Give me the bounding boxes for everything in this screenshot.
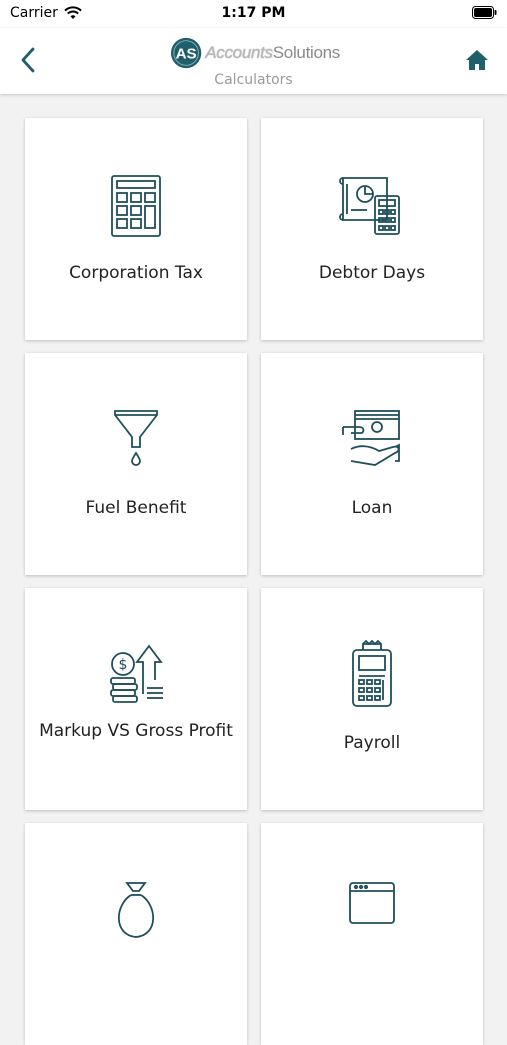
money-bag-icon xyxy=(118,882,154,938)
browser-window-icon xyxy=(349,882,395,924)
calculator-card-loan[interactable]: Loan xyxy=(261,353,483,575)
calculator-icon xyxy=(111,175,161,237)
svg-text:$: $ xyxy=(119,657,128,673)
calculator-card-money-bag[interactable] xyxy=(25,823,247,1045)
invoice-calculator-icon xyxy=(339,177,400,235)
logo-text-accounts: Accounts xyxy=(205,43,273,62)
calculator-card-corporation-tax[interactable]: Corporation Tax xyxy=(25,118,247,340)
cash-hand-icon xyxy=(342,410,400,466)
battery-icon xyxy=(472,6,497,19)
logo-text-solutions: Solutions xyxy=(272,43,341,62)
calculator-card-fuel-benefit[interactable]: Fuel Benefit xyxy=(25,353,247,575)
calculator-label: Markup VS Gross Profit xyxy=(39,721,233,741)
calculator-card-markup-vs-gross-profit[interactable]: $ Markup VS Gross Profit xyxy=(25,588,247,810)
page-title: Calculators xyxy=(214,72,293,88)
status-time: 1:17 PM xyxy=(221,5,286,21)
calculator-label: Payroll xyxy=(343,733,401,753)
navigation-bar: AS AccountsSolutions Calculators xyxy=(0,28,507,94)
calculator-label: Debtor Days xyxy=(318,263,426,283)
calculator-card-debtor-days[interactable]: Debtor Days xyxy=(261,118,483,340)
calculator-card-payroll[interactable]: Payroll xyxy=(261,588,483,810)
chevron-left-icon xyxy=(21,47,35,73)
coins-arrow-up-icon: $ xyxy=(110,644,163,703)
calculator-label: Fuel Benefit xyxy=(85,498,187,518)
funnel-icon xyxy=(114,410,158,466)
calculator-label: Corporation Tax xyxy=(69,263,203,283)
logo-badge-text: AS xyxy=(176,46,197,63)
calculator-label: Loan xyxy=(351,498,393,518)
logo-text: AccountsSolutions xyxy=(205,43,340,63)
app-logo: AS AccountsSolutions xyxy=(170,36,340,70)
status-bar: Carrier 1:17 PM xyxy=(0,0,507,28)
home-icon xyxy=(466,50,488,70)
payment-terminal-icon xyxy=(352,640,392,707)
home-button[interactable] xyxy=(463,46,491,74)
logo-badge-icon: AS xyxy=(170,37,202,69)
calculator-card-browser-window[interactable] xyxy=(261,823,483,1045)
